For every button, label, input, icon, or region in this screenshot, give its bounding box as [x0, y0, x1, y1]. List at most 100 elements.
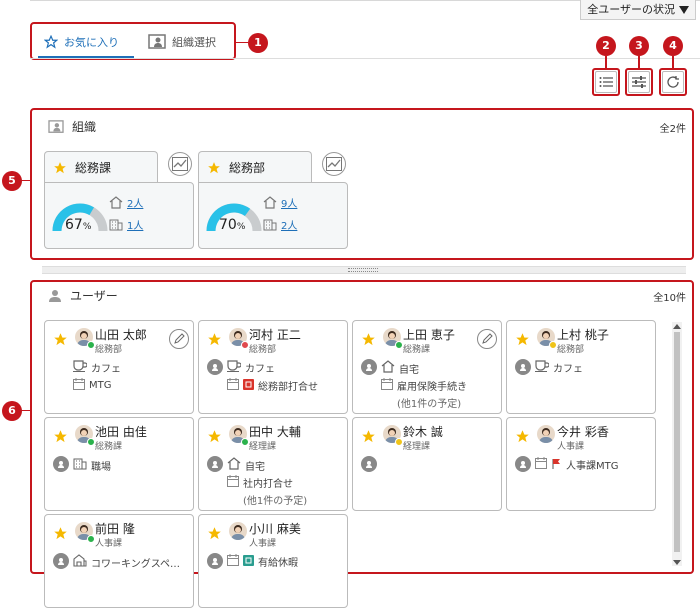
tab-favorites[interactable]: お気に入り	[44, 28, 119, 56]
user-location-label: カフェ	[245, 364, 275, 375]
star-icon[interactable]	[515, 429, 530, 444]
office-icon	[263, 219, 277, 231]
user-location-label: コワーキングスペ…	[91, 558, 180, 570]
star-icon[interactable]	[515, 332, 530, 347]
star-icon[interactable]	[207, 332, 222, 347]
org-icon	[148, 34, 166, 49]
user-card[interactable]: 上村 桃子 総務部 カフェ	[506, 320, 656, 414]
star-icon[interactable]	[207, 429, 222, 444]
tab-org-select[interactable]: 組織選択	[148, 28, 216, 56]
user-schedule-label: 総務部打合せ	[258, 382, 318, 393]
presence-status-dot	[241, 438, 249, 446]
list-view-button[interactable]	[592, 68, 620, 96]
callout-line	[605, 56, 607, 68]
edit-status-button[interactable]	[169, 329, 189, 349]
office-icon	[73, 457, 87, 473]
callout-badge-2: 2	[596, 36, 616, 56]
user-schedule[interactable]: 社内打合せ	[227, 475, 293, 490]
user-location: カフェ	[535, 360, 583, 375]
presence-status-dot	[241, 341, 249, 349]
presence-status-dot	[87, 438, 95, 446]
sliders-icon	[632, 76, 646, 88]
user-schedule-label: 人事課MTG	[566, 461, 619, 472]
org-card[interactable]: 総務部 70% 9人 2人	[198, 151, 348, 249]
star-icon[interactable]	[53, 332, 68, 347]
user-department: 総務部	[95, 345, 123, 355]
all-users-status-dropdown[interactable]: 全ユーザーの状況	[580, 0, 696, 20]
office-count-link[interactable]: 1人	[127, 217, 143, 232]
user-location: カフェ	[73, 360, 121, 375]
edit-status-button[interactable]	[477, 329, 497, 349]
scrollbar-thumb[interactable]	[674, 332, 680, 552]
user-card[interactable]: 河村 正二 総務部 カフェ 総務部打合せ	[198, 320, 348, 414]
org-card[interactable]: 総務課 67% 2人 1人	[44, 151, 194, 249]
location-marker-icon	[53, 456, 69, 472]
star-icon[interactable]	[361, 429, 376, 444]
status-dropdown-label: 全ユーザーの状況	[587, 2, 675, 16]
user-name: 前田 隆	[95, 522, 135, 536]
chart-button[interactable]	[168, 152, 192, 176]
refresh-button[interactable]	[659, 68, 687, 96]
location-marker-icon	[207, 359, 223, 375]
user-location: カフェ	[227, 360, 275, 375]
org-panel-header: 組織	[48, 118, 96, 135]
user-location-label: カフェ	[553, 364, 583, 375]
presence-status-dot	[87, 341, 95, 349]
splitter-grip-icon[interactable]	[348, 268, 378, 272]
home-count: 2人	[109, 195, 143, 210]
org-card-header: 総務課	[44, 151, 158, 183]
location-marker-icon	[515, 359, 531, 375]
org-panel-title: 組織	[72, 120, 97, 134]
user-card[interactable]: 上田 恵子 総務課 自宅 雇用保険手続き (他1件の予定)	[352, 320, 502, 414]
presence-status-dot	[549, 341, 557, 349]
user-card[interactable]: 今井 彩香 人事課 人事課MTG	[506, 417, 656, 511]
trend-chart-icon	[172, 157, 188, 171]
home-count-link[interactable]: 2人	[127, 195, 143, 210]
home-icon	[381, 360, 395, 376]
star-icon[interactable]	[207, 526, 222, 541]
home-count-link[interactable]: 9人	[281, 195, 297, 210]
user-schedule-label: 社内打合せ	[243, 479, 293, 490]
green-tag-icon	[243, 554, 254, 569]
cup-icon	[227, 360, 242, 375]
home-icon	[109, 196, 123, 209]
user-schedule[interactable]: 有給休暇	[227, 554, 298, 569]
avatar	[537, 425, 555, 443]
user-schedule[interactable]: MTG	[73, 378, 112, 393]
user-count: 全10件	[653, 293, 686, 304]
scroll-up-icon[interactable]	[673, 323, 681, 329]
user-schedule[interactable]: 雇用保険手続き	[381, 378, 467, 393]
calendar-icon	[227, 378, 239, 393]
star-icon[interactable]	[361, 332, 376, 347]
more-schedules[interactable]: (他1件の予定)	[243, 492, 307, 507]
gauge-percent: 67%	[65, 217, 92, 233]
location-marker-icon	[361, 456, 377, 472]
user-name: 田中 大輔	[249, 425, 301, 439]
user-schedule[interactable]: 人事課MTG	[535, 457, 619, 472]
user-schedule[interactable]: 総務部打合せ	[227, 378, 318, 393]
user-department: 人事課	[95, 539, 123, 549]
gauge-percent: 70%	[219, 217, 246, 233]
red-flag-icon	[551, 458, 562, 472]
pencil-icon	[174, 333, 185, 344]
location-marker-icon	[207, 456, 223, 472]
user-card[interactable]: 前田 隆人事課コワーキングスペ…	[44, 514, 194, 608]
filter-settings-button[interactable]	[625, 68, 653, 96]
tabs-divider	[30, 58, 700, 59]
scroll-down-icon[interactable]	[673, 560, 681, 566]
user-card[interactable]: 鈴木 誠経理課	[352, 417, 502, 511]
user-card[interactable]: 池田 由佳 総務課 職場	[44, 417, 194, 511]
office-count-link[interactable]: 2人	[281, 217, 297, 232]
org-name: 総務部	[229, 161, 266, 175]
user-card[interactable]: 山田 太郎 総務部 カフェ MTG	[44, 320, 194, 414]
star-icon[interactable]	[53, 526, 68, 541]
user-card[interactable]: 田中 大輔 経理課 自宅 社内打合せ (他1件の予定)	[198, 417, 348, 511]
star-icon[interactable]	[53, 429, 68, 444]
user-card[interactable]: 小川 麻美 人事課 有給休暇	[198, 514, 348, 608]
user-panel-title: ユーザー	[70, 289, 118, 303]
star-outline-icon	[44, 35, 58, 49]
org-name: 総務課	[75, 161, 112, 175]
more-schedules[interactable]: (他1件の予定)	[397, 395, 461, 410]
chart-button[interactable]	[322, 152, 346, 176]
presence-status-dot	[395, 341, 403, 349]
